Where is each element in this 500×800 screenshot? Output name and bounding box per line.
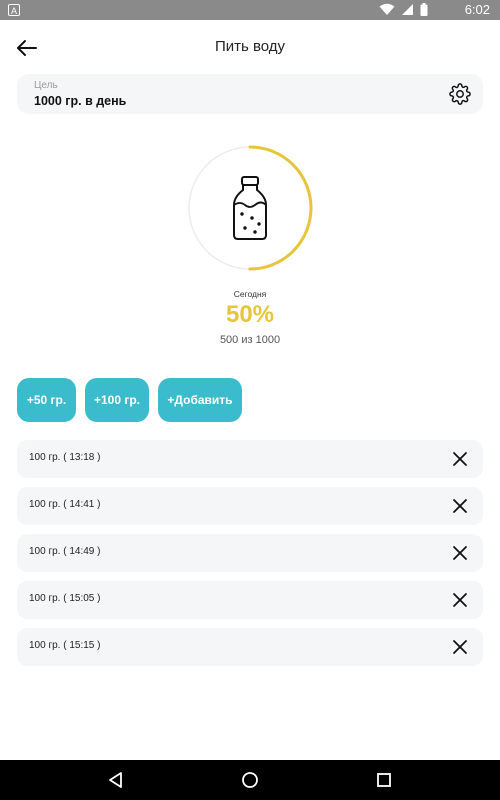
gear-icon[interactable] <box>449 83 471 105</box>
navigation-bar <box>0 760 500 800</box>
home-nav-icon[interactable] <box>241 771 259 789</box>
page-title: Пить воду <box>214 38 286 55</box>
log-entry-text: 100 гр. ( 14:41 ) <box>29 499 101 510</box>
add-100-button[interactable]: +100 гр. <box>85 378 149 422</box>
app-bar: Пить воду <box>0 20 500 74</box>
close-icon[interactable] <box>451 544 469 562</box>
log-entry-text: 100 гр. ( 14:49 ) <box>29 546 101 557</box>
app-indicator: A <box>8 4 20 16</box>
list-item: 100 гр. ( 13:18 ) <box>17 440 483 478</box>
list-item: 100 гр. ( 15:05 ) <box>17 581 483 619</box>
log-entry-text: 100 гр. ( 15:15 ) <box>29 640 101 651</box>
goal-label: Цель <box>34 80 58 91</box>
add-custom-button[interactable]: +Добавить <box>158 378 242 422</box>
list-item: 100 гр. ( 14:41 ) <box>17 487 483 525</box>
intake-log: 100 гр. ( 13:18 ) 100 гр. ( 14:41 ) 100 … <box>17 440 483 675</box>
status-bar: A 6:02 <box>0 0 500 20</box>
wifi-icon <box>379 3 395 15</box>
progress-percent: 50% <box>225 301 275 328</box>
log-entry-text: 100 гр. ( 15:05 ) <box>29 593 101 604</box>
battery-icon <box>420 3 428 16</box>
close-icon[interactable] <box>451 638 469 656</box>
progress-amount: 500 из 1000 <box>219 334 281 346</box>
bottle-icon <box>233 176 267 240</box>
close-icon[interactable] <box>451 497 469 515</box>
close-icon[interactable] <box>451 591 469 609</box>
status-time: 6:02 <box>464 2 490 17</box>
list-item: 100 гр. ( 15:15 ) <box>17 628 483 666</box>
status-icons <box>379 3 428 16</box>
list-item: 100 гр. ( 14:49 ) <box>17 534 483 572</box>
close-icon[interactable] <box>451 450 469 468</box>
today-label: Сегодня <box>233 289 267 299</box>
goal-card[interactable]: Цель 1000 гр. в день <box>17 74 483 114</box>
signal-icon <box>402 4 413 15</box>
add-50-button[interactable]: +50 гр. <box>17 378 76 422</box>
goal-value: 1000 гр. в день <box>34 94 127 108</box>
back-nav-icon[interactable] <box>107 771 125 789</box>
log-entry-text: 100 гр. ( 13:18 ) <box>29 452 101 463</box>
recents-nav-icon[interactable] <box>375 771 393 789</box>
